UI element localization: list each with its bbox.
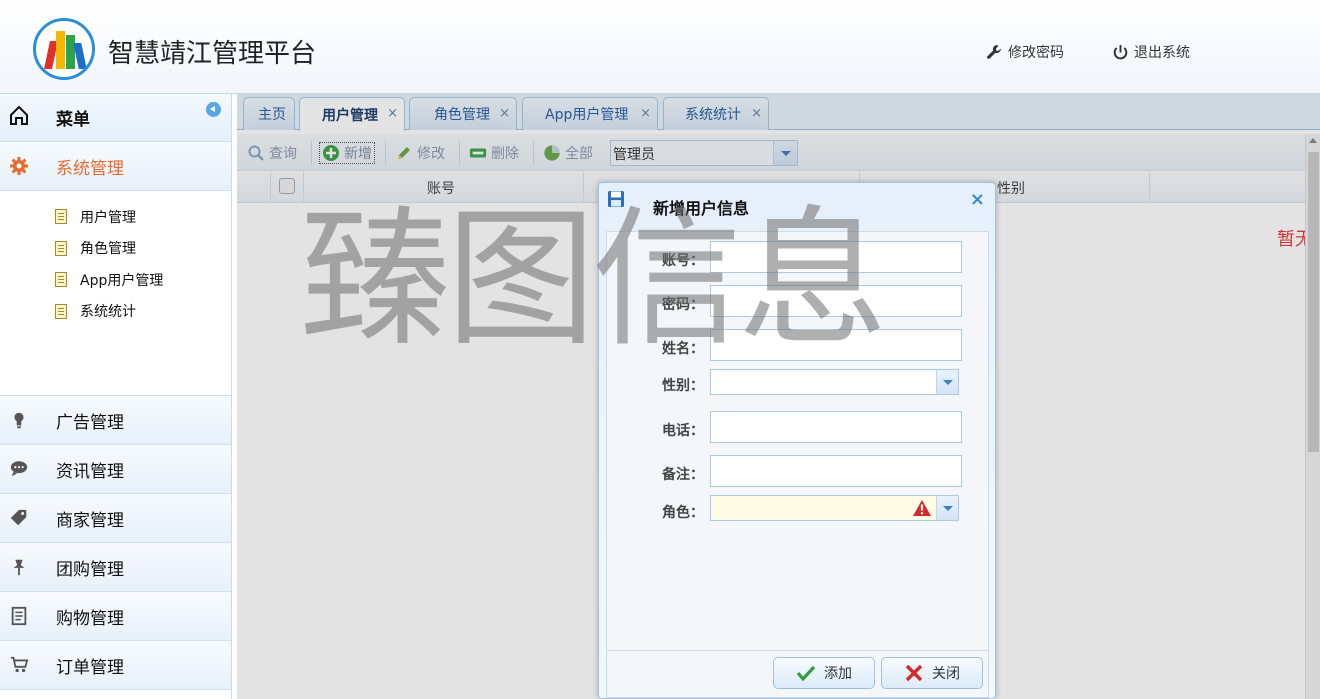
phone-label: 电话： — [662, 423, 704, 439]
sidebar-group-shopping[interactable]: 购物管理 — [0, 592, 231, 641]
account-label: 账号： — [662, 253, 704, 269]
gender-label: 性别： — [662, 378, 704, 394]
name-label: 姓名： — [662, 341, 704, 357]
change-password-link[interactable]: 修改密码 — [986, 42, 1064, 62]
checkmark-icon — [796, 665, 816, 682]
document-icon — [55, 209, 67, 225]
account-input[interactable] — [710, 241, 962, 273]
role-label: 角色： — [662, 505, 704, 521]
close-dialog-button[interactable]: 关闭 — [881, 657, 983, 689]
role-select[interactable] — [710, 495, 959, 521]
remark-input[interactable] — [710, 455, 962, 487]
sidebar-group-group-buying[interactable]: 团购管理 — [0, 543, 231, 592]
document-icon — [55, 272, 67, 288]
tag-icon — [8, 507, 30, 529]
dialog-title: 新增用户信息 — [653, 199, 750, 218]
sidebar-item-user-management[interactable]: 用户管理 — [0, 201, 231, 233]
cart-icon — [8, 654, 30, 676]
sidebar: 菜单 系统管理 用户管理 角色管理 App用户管理 系统统计 广告管理 资讯管理… — [0, 94, 232, 699]
gear-icon — [8, 155, 30, 177]
gender-select[interactable] — [710, 369, 959, 395]
remark-label: 备注： — [662, 467, 704, 483]
add-user-dialog: 新增用户信息 × 账号： 密码： 姓名： 性别： 电话： 备注： 角色： 添加 — [598, 182, 996, 699]
app-title: 智慧靖江管理平台 — [108, 39, 317, 69]
add-user-submit-button[interactable]: 添加 — [773, 657, 875, 689]
name-input[interactable] — [710, 329, 962, 361]
sidebar-group-news[interactable]: 资讯管理 — [0, 445, 231, 494]
password-label: 密码： — [662, 297, 704, 313]
document-icon — [55, 240, 67, 256]
sidebar-group-system-label: 系统管理 — [56, 158, 124, 179]
home-icon — [10, 105, 28, 125]
sidebar-group-orders[interactable]: 订单管理 — [0, 641, 231, 690]
sidebar-item-system-statistics[interactable]: 系统统计 — [0, 296, 231, 328]
lightbulb-icon — [8, 409, 30, 431]
sidebar-item-role-management[interactable]: 角色管理 — [0, 233, 231, 265]
dialog-form: 账号： 密码： 姓名： 性别： 电话： 备注： 角色： — [606, 231, 989, 651]
dialog-footer: 添加 关闭 — [606, 651, 989, 698]
dialog-close-icon[interactable]: × — [970, 189, 985, 210]
system-submenu: 用户管理 角色管理 App用户管理 系统统计 — [0, 191, 231, 396]
chevron-down-icon[interactable] — [936, 370, 958, 394]
password-input[interactable] — [710, 285, 962, 317]
warning-icon — [913, 500, 931, 516]
logout-link[interactable]: 退出系统 — [1112, 42, 1190, 62]
menu-header: 菜单 — [0, 94, 231, 142]
app-logo — [33, 18, 95, 80]
power-icon — [1113, 44, 1128, 59]
chevron-down-icon[interactable] — [936, 496, 958, 520]
close-icon — [905, 664, 923, 682]
pin-icon — [8, 556, 30, 578]
sidebar-item-app-user-management[interactable]: App用户管理 — [0, 264, 231, 296]
wrench-icon — [987, 44, 1001, 59]
list-document-icon — [8, 605, 30, 627]
chat-bubble-icon — [8, 458, 30, 480]
phone-input[interactable] — [710, 411, 962, 443]
sidebar-group-system[interactable]: 系统管理 — [0, 142, 231, 191]
change-password-label: 修改密码 — [1008, 45, 1064, 61]
menu-title: 菜单 — [56, 110, 90, 130]
sidebar-group-merchants[interactable]: 商家管理 — [0, 494, 231, 543]
save-icon — [608, 191, 624, 207]
collapse-sidebar-icon[interactable] — [206, 102, 221, 117]
sidebar-group-ads[interactable]: 广告管理 — [0, 396, 231, 445]
app-header: 智慧靖江管理平台 修改密码 退出系统 — [0, 0, 1320, 94]
logout-label: 退出系统 — [1134, 45, 1190, 61]
document-icon — [55, 303, 67, 319]
